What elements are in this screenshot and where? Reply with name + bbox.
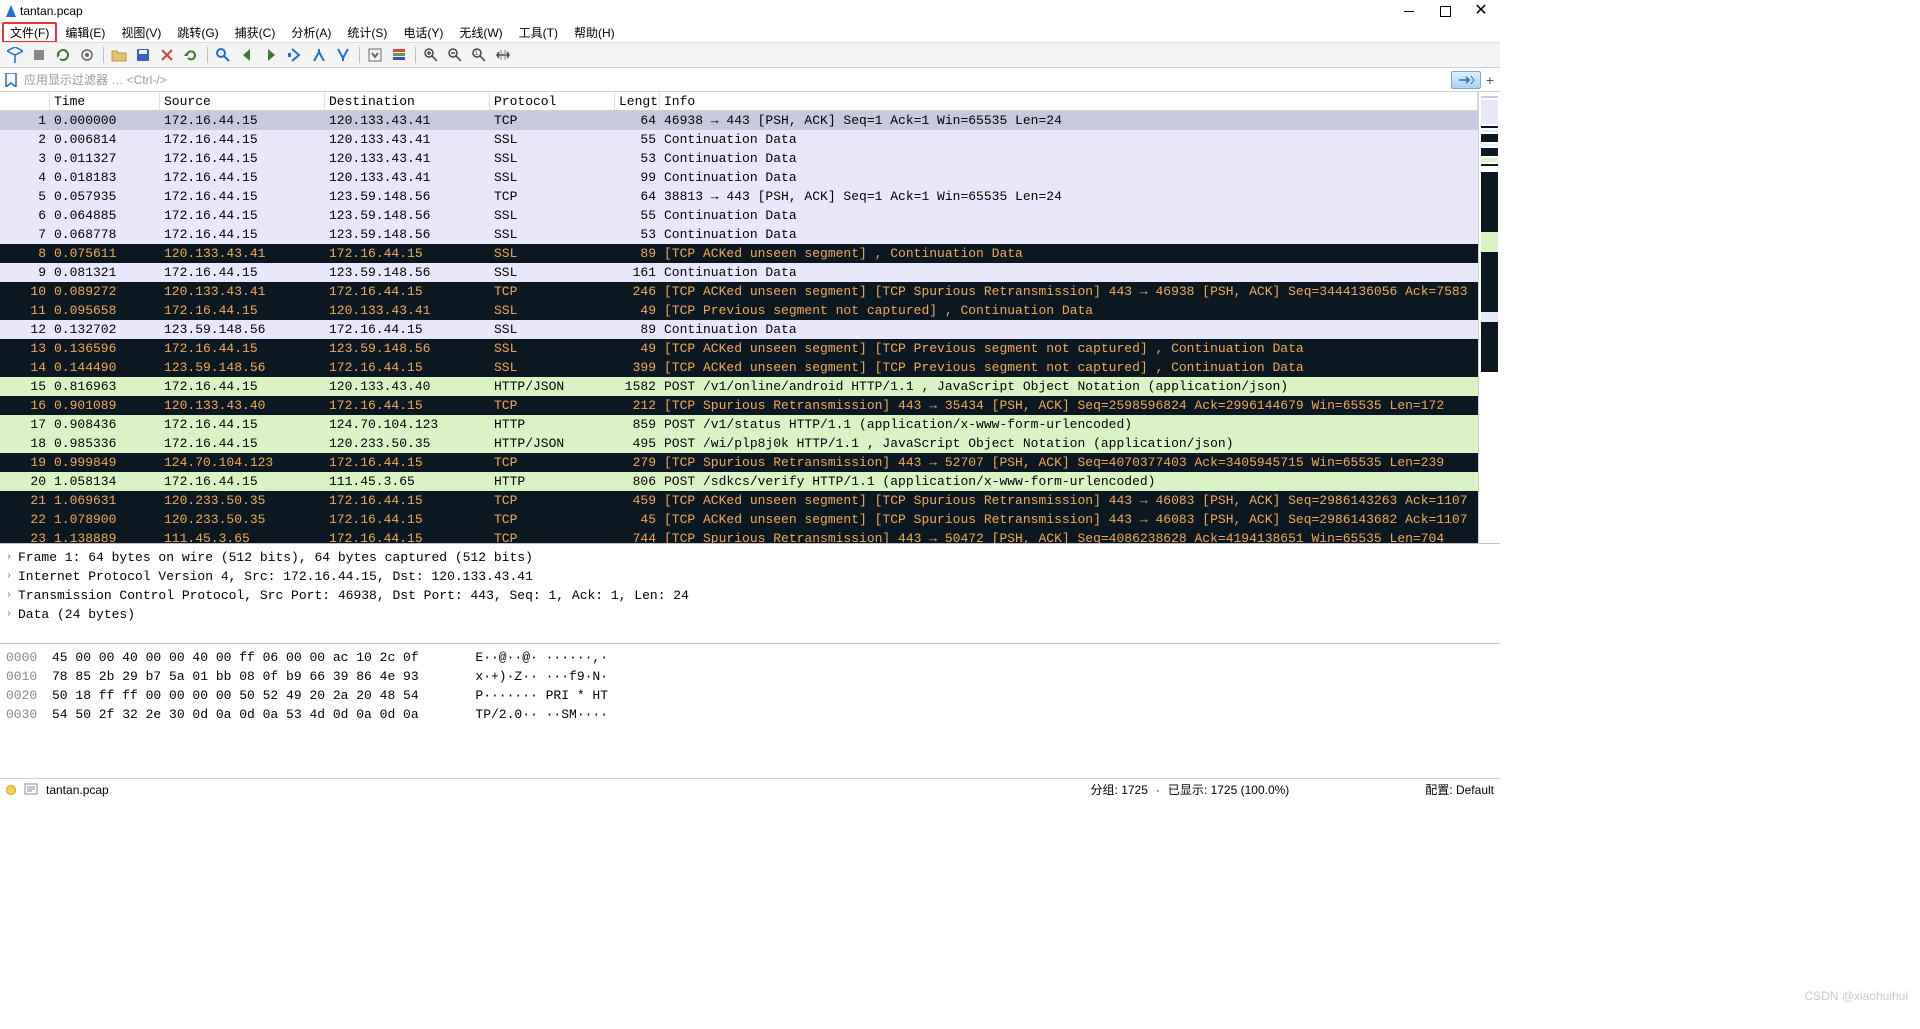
packet-row[interactable]: 190.999849124.70.104.123172.16.44.15TCP2… (0, 453, 1478, 472)
packet-row[interactable]: 60.064885172.16.44.15123.59.148.56SSL55C… (0, 206, 1478, 225)
bookmark-filter-icon[interactable] (2, 71, 20, 89)
packet-row[interactable]: 130.136596172.16.44.15123.59.148.56SSL49… (0, 339, 1478, 358)
watermark: CSDN @xiaohuihui (1804, 989, 1908, 1003)
status-sep: · (1156, 783, 1160, 797)
close-button[interactable]: ✕ (1474, 4, 1488, 18)
hex-dump-pane[interactable]: 000045 00 00 40 00 00 40 00 ff 06 00 00 … (0, 644, 1500, 778)
packet-row[interactable]: 70.068778172.16.44.15123.59.148.56SSL53C… (0, 225, 1478, 244)
status-file: tantan.pcap (46, 783, 109, 797)
col-source[interactable]: Source (160, 92, 325, 110)
detail-line[interactable]: Transmission Control Protocol, Src Port:… (18, 586, 689, 605)
packet-row[interactable]: 20.006814172.16.44.15120.133.43.41SSL55C… (0, 130, 1478, 149)
window-title: tantan.pcap (20, 4, 83, 18)
detail-line[interactable]: Data (24 bytes) (18, 605, 135, 624)
restart-capture-button[interactable] (52, 44, 74, 66)
wireshark-fin-icon (6, 5, 16, 17)
add-filter-button[interactable]: + (1483, 72, 1497, 88)
menu-help[interactable]: 帮助(H) (566, 22, 623, 43)
packet-row[interactable]: 201.058134172.16.44.15111.45.3.65HTTP806… (0, 472, 1478, 491)
close-file-button[interactable] (156, 44, 178, 66)
col-time[interactable]: Time (50, 92, 160, 110)
packet-row[interactable]: 140.144490123.59.148.56172.16.44.15SSL39… (0, 358, 1478, 377)
packet-list-pane: Time Source Destination Protocol Length … (0, 92, 1500, 544)
expert-info-icon[interactable] (6, 785, 16, 795)
go-to-packet-button[interactable] (284, 44, 306, 66)
resize-columns-button[interactable] (492, 44, 514, 66)
packet-row[interactable]: 50.057935172.16.44.15123.59.148.56TCP643… (0, 187, 1478, 206)
packet-details-pane[interactable]: ›Frame 1: 64 bytes on wire (512 bits), 6… (0, 544, 1500, 644)
expand-icon[interactable]: › (6, 586, 18, 605)
colorize-button[interactable] (388, 44, 410, 66)
menu-tools[interactable]: 工具(T) (511, 22, 566, 43)
expand-icon[interactable]: › (6, 548, 18, 567)
filter-bar: + (0, 68, 1500, 92)
status-bar: tantan.pcap 分组: 1725 · 已显示: 1725 (100.0%… (0, 778, 1500, 800)
maximize-button[interactable] (1438, 4, 1452, 18)
detail-line[interactable]: Internet Protocol Version 4, Src: 172.16… (18, 567, 533, 586)
start-capture-button[interactable] (4, 44, 26, 66)
packet-row[interactable]: 10.000000172.16.44.15120.133.43.41TCP644… (0, 111, 1478, 130)
go-first-button[interactable] (308, 44, 330, 66)
packet-row[interactable]: 211.069631120.233.50.35172.16.44.15TCP45… (0, 491, 1478, 510)
menu-view[interactable]: 视图(V) (113, 22, 169, 43)
capture-options-button[interactable] (76, 44, 98, 66)
expand-icon[interactable]: › (6, 567, 18, 586)
stop-capture-button[interactable] (28, 44, 50, 66)
col-length[interactable]: Length (615, 92, 660, 110)
reload-button[interactable] (180, 44, 202, 66)
packet-row[interactable]: 231.138889111.45.3.65172.16.44.15TCP744[… (0, 529, 1478, 543)
detail-line[interactable]: Frame 1: 64 bytes on wire (512 bits), 64… (18, 548, 533, 567)
go-last-button[interactable] (332, 44, 354, 66)
packet-row[interactable]: 221.078900120.233.50.35172.16.44.15TCP45… (0, 510, 1478, 529)
zoom-in-button[interactable] (420, 44, 442, 66)
col-destination[interactable]: Destination (325, 92, 490, 110)
minimize-button[interactable] (1402, 4, 1416, 18)
zoom-reset-button[interactable]: 1 (468, 44, 490, 66)
expand-icon[interactable]: › (6, 605, 18, 624)
go-next-button[interactable] (260, 44, 282, 66)
packet-row[interactable]: 100.089272120.133.43.41172.16.44.15TCP24… (0, 282, 1478, 301)
packet-row[interactable]: 80.075611120.133.43.41172.16.44.15SSL89[… (0, 244, 1478, 263)
menu-capture[interactable]: 捕获(C) (227, 22, 284, 43)
status-profile[interactable]: 配置: Default (1425, 781, 1494, 798)
zoom-out-button[interactable] (444, 44, 466, 66)
col-protocol[interactable]: Protocol (490, 92, 615, 110)
find-button[interactable] (212, 44, 234, 66)
menu-edit[interactable]: 编辑(E) (57, 22, 113, 43)
packet-row[interactable]: 170.908436172.16.44.15124.70.104.123HTTP… (0, 415, 1478, 434)
packet-row[interactable]: 110.095658172.16.44.15120.133.43.41SSL49… (0, 301, 1478, 320)
title-bar: tantan.pcap ✕ (0, 0, 1500, 22)
display-filter-input[interactable] (22, 71, 1451, 89)
menu-analyze[interactable]: 分析(A) (283, 22, 339, 43)
filter-expression-button[interactable] (1451, 71, 1481, 89)
save-file-button[interactable] (132, 44, 154, 66)
packet-row[interactable]: 150.816963172.16.44.15120.133.43.40HTTP/… (0, 377, 1478, 396)
packet-list-header[interactable]: Time Source Destination Protocol Length … (0, 92, 1478, 111)
go-prev-button[interactable] (236, 44, 258, 66)
capture-comment-icon[interactable] (24, 783, 38, 797)
packet-row[interactable]: 180.985336172.16.44.15120.233.50.35HTTP/… (0, 434, 1478, 453)
packet-row[interactable]: 120.132702123.59.148.56172.16.44.15SSL89… (0, 320, 1478, 339)
status-displayed: 已显示: 1725 (100.0%) (1168, 781, 1289, 798)
menu-stats[interactable]: 统计(S) (339, 22, 395, 43)
menu-wireless[interactable]: 无线(W) (451, 22, 510, 43)
packet-row[interactable]: 40.018183172.16.44.15120.133.43.41SSL99C… (0, 168, 1478, 187)
auto-scroll-button[interactable] (364, 44, 386, 66)
toolbar: 1 (0, 42, 1500, 68)
packet-row[interactable]: 90.081321172.16.44.15123.59.148.56SSL161… (0, 263, 1478, 282)
packet-row[interactable]: 160.901089120.133.43.40172.16.44.15TCP21… (0, 396, 1478, 415)
packet-row[interactable]: 30.011327172.16.44.15120.133.43.41SSL53C… (0, 149, 1478, 168)
packet-minimap[interactable] (1478, 92, 1500, 543)
menu-go[interactable]: 跳转(G) (169, 22, 226, 43)
menu-telephony[interactable]: 电话(Y) (395, 22, 451, 43)
menu-file[interactable]: 文件(F) (2, 22, 57, 43)
col-info[interactable]: Info (660, 92, 1478, 110)
status-packets: 分组: 1725 (1091, 781, 1148, 798)
menu-bar: 文件(F) 编辑(E) 视图(V) 跳转(G) 捕获(C) 分析(A) 统计(S… (0, 22, 1500, 42)
open-file-button[interactable] (108, 44, 130, 66)
